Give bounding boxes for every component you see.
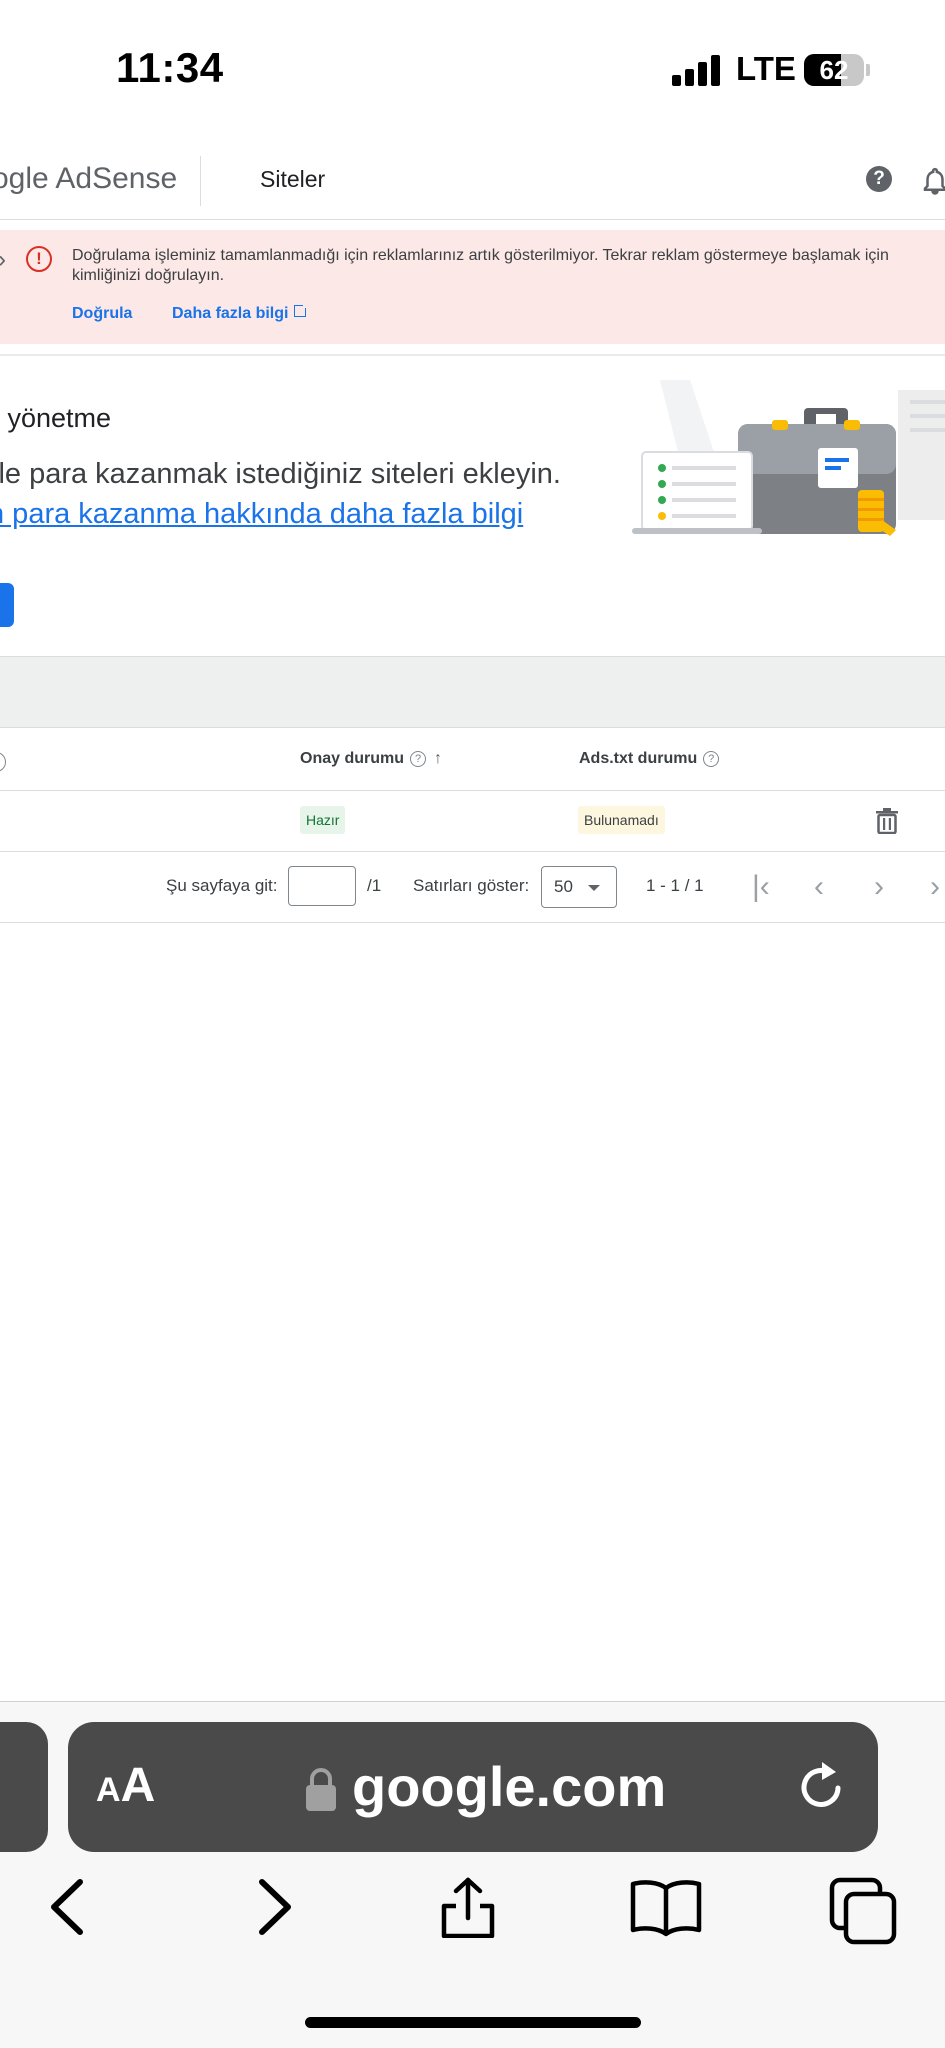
total-pages: /1 (367, 876, 382, 895)
help-icon[interactable]: ? (703, 750, 720, 767)
caret-down-icon (588, 885, 600, 891)
help-icon[interactable]: ? (410, 750, 427, 767)
network-type: LTE (736, 50, 796, 87)
battery-level: 62 (819, 55, 849, 85)
share-icon[interactable] (438, 1876, 498, 1938)
approval-status-badge: Hazır (300, 806, 346, 834)
reload-icon[interactable] (796, 1758, 848, 1814)
table-header-divider (0, 790, 945, 791)
text-size-big-a: A (120, 1759, 156, 1812)
forward-icon[interactable] (244, 1876, 304, 1938)
column-header-label: Ads.txt durumu (579, 750, 698, 767)
learn-more-monetization-link[interactable]: n para kazanma hakkında daha fazla bilgi (0, 498, 523, 531)
previous-tab-preview[interactable] (0, 1722, 48, 1852)
back-icon[interactable] (38, 1876, 98, 1938)
battery-tip (866, 64, 870, 76)
last-page-icon[interactable]: › (930, 870, 940, 904)
error-icon: ! (26, 246, 52, 272)
table-row-divider (0, 851, 945, 852)
column-help-icon[interactable] (0, 752, 6, 772)
pagination-divider (0, 922, 945, 923)
rows-per-page-select[interactable]: 50 (541, 866, 617, 908)
battery-icon: 62 (804, 54, 864, 86)
section-divider (0, 354, 945, 356)
column-header-label: Onay durumu (300, 750, 405, 767)
ads-txt-status-badge: Bulunamadı (578, 806, 665, 834)
verify-link[interactable]: Doğrula (72, 305, 132, 323)
column-header-ads-txt-status[interactable]: Ads.txt durumu? (579, 750, 720, 768)
briefcase-illustration (632, 380, 945, 536)
filter-toolbar (0, 656, 945, 728)
add-site-button[interactable] (0, 583, 14, 627)
text-size-button[interactable]: AA (96, 1758, 155, 1813)
adsense-logo[interactable]: ogle AdSense (0, 162, 177, 196)
header-divider (200, 156, 201, 206)
text-size-small-a: A (96, 1771, 121, 1809)
sort-arrow-up-icon[interactable]: ↑ (434, 750, 442, 767)
first-page-icon[interactable]: |‹ (752, 870, 770, 904)
tabs-icon[interactable] (828, 1876, 898, 1946)
lock-icon (306, 1768, 336, 1811)
section-title: i yönetme (0, 403, 112, 433)
page-range: 1 - 1 / 1 (646, 876, 704, 895)
next-page-icon[interactable]: › (874, 870, 884, 904)
home-indicator (305, 2017, 641, 2028)
previous-page-icon[interactable]: ‹ (814, 870, 824, 904)
learn-more-link[interactable]: Daha fazla bilgi (172, 302, 310, 323)
signal-icon (672, 54, 722, 86)
chevron-right-icon[interactable]: › (0, 246, 6, 274)
goto-page-input[interactable] (288, 866, 356, 906)
section-description: ile para kazanmak istediğiniz siteleri e… (0, 458, 561, 490)
url-text[interactable]: google.com (352, 1754, 666, 1819)
rows-per-page-label: Satırları göster: (413, 876, 530, 895)
help-icon[interactable]: ? (866, 166, 892, 192)
header-divider-line (0, 219, 945, 220)
rows-per-page-value: 50 (554, 877, 573, 896)
learn-more-label: Daha fazla bilgi (172, 305, 289, 322)
trash-icon[interactable] (876, 808, 898, 834)
bookmarks-icon[interactable] (628, 1876, 704, 1938)
bell-icon[interactable] (920, 166, 945, 196)
status-time: 11:34 (116, 44, 224, 91)
external-link-icon (294, 302, 310, 317)
page-title: Siteler (260, 166, 326, 192)
goto-page-label: Şu sayfaya git: (166, 876, 278, 895)
alert-message: Doğrulama işleminiz tamamlanmadığı için … (72, 247, 889, 284)
column-header-approval-status[interactable]: Onay durumu? ↑ (300, 750, 442, 768)
